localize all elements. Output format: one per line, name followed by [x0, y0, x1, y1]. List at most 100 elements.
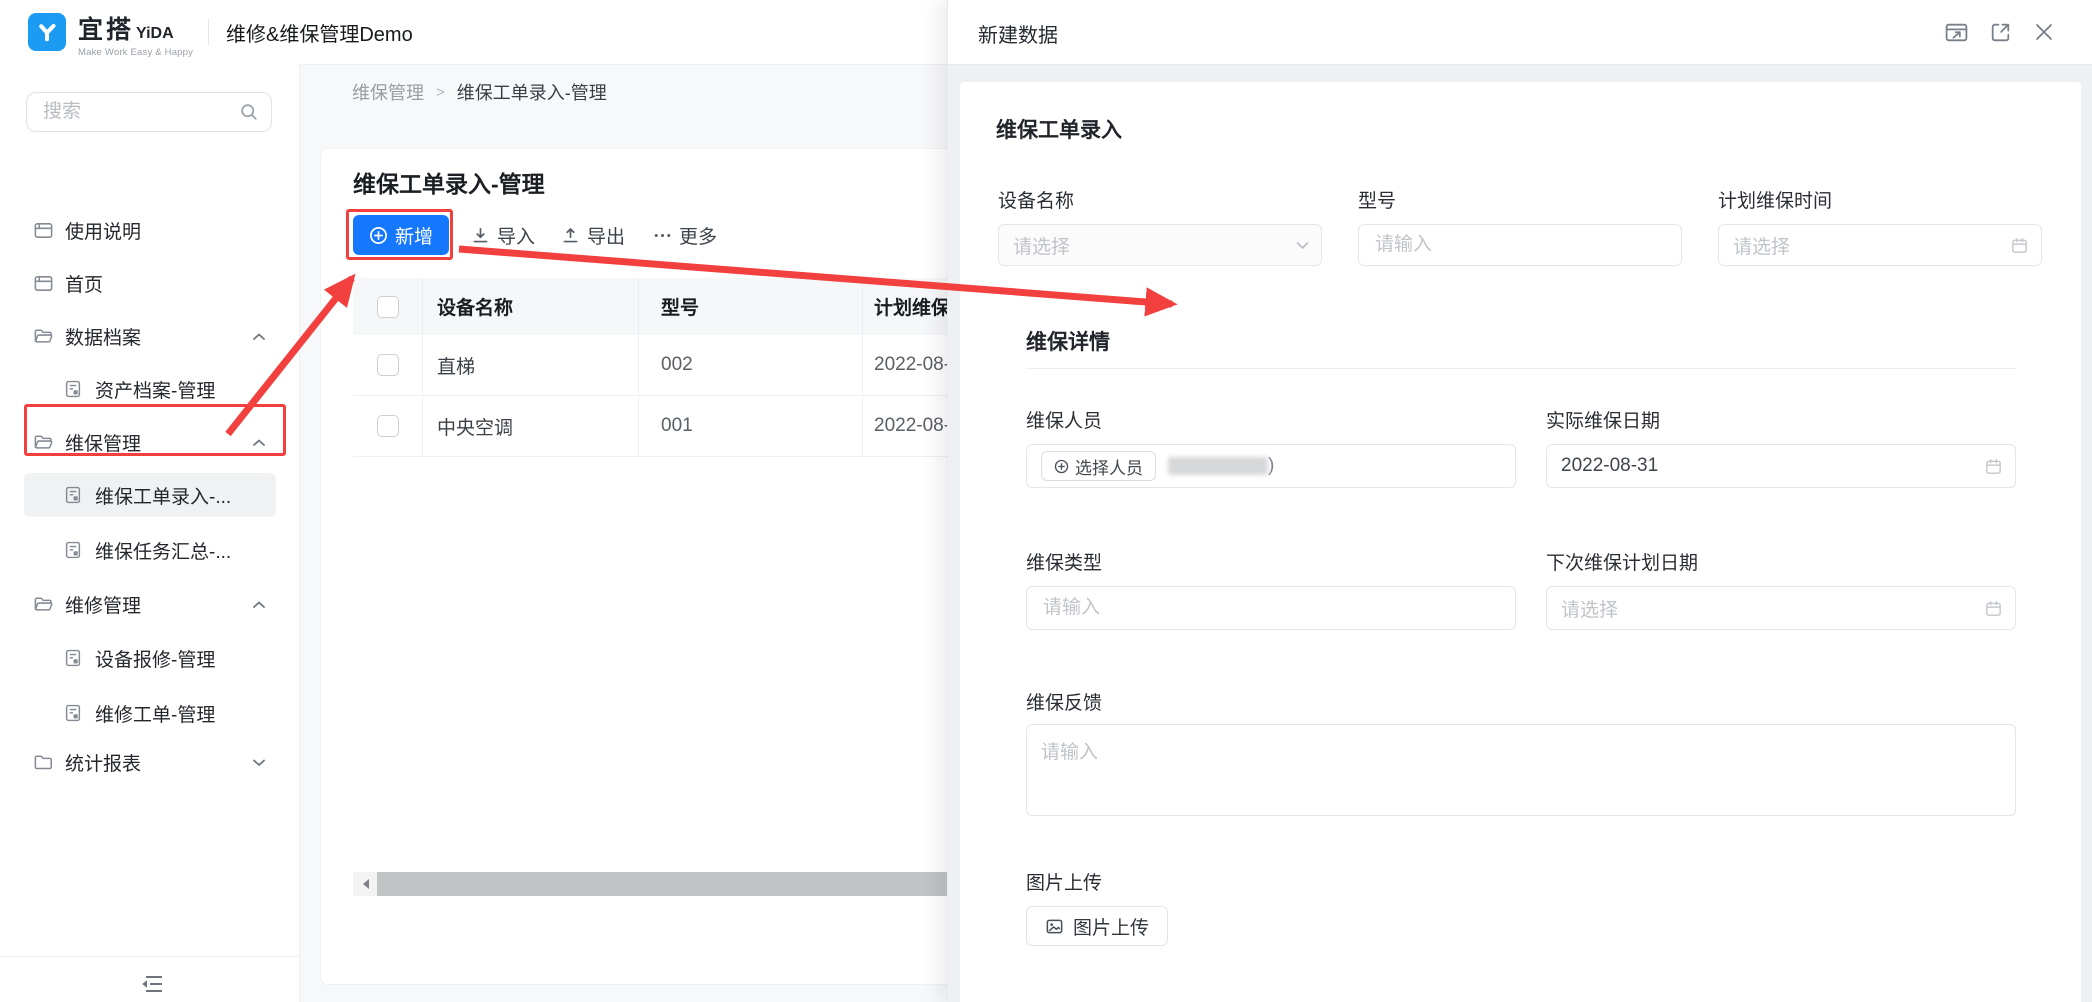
breadcrumb-parent[interactable]: 维保管理 [352, 79, 424, 105]
sidebar-item-repair-order[interactable]: 维修工单-管理 [24, 691, 276, 735]
toolbar: 新增 导入 导出 更多 [353, 215, 717, 255]
app-title: 维修&维保管理Demo [226, 18, 413, 47]
actual-date-label: 实际维保日期 [1546, 406, 1660, 433]
cell-device: 中央空调 [423, 396, 639, 456]
expand-icon[interactable] [1987, 19, 2013, 45]
maintenance-person-label: 维保人员 [1026, 406, 1102, 433]
sidebar-group-maintenance-mgmt[interactable]: 维保管理 [24, 420, 276, 464]
form-icon [62, 378, 84, 400]
masked-person-suffix: ) [1268, 455, 1274, 477]
column-header-device[interactable]: 设备名称 [423, 278, 639, 335]
masked-person-name [1168, 457, 1268, 475]
chevron-down-icon[interactable] [252, 758, 266, 767]
folder-open-icon [32, 325, 54, 347]
form-icon [62, 702, 84, 724]
select-person-button-label: 选择人员 [1075, 454, 1143, 479]
scroll-left-button[interactable] [353, 872, 377, 896]
next-plan-datepicker[interactable]: 请选择 [1546, 586, 2016, 630]
close-icon[interactable] [2031, 19, 2057, 45]
sidebar-search [26, 92, 272, 132]
feedback-label: 维保反馈 [1026, 688, 1102, 715]
feedback-field [1026, 724, 2016, 816]
form-icon [62, 484, 84, 506]
model-input[interactable] [1373, 233, 1669, 257]
export-button[interactable]: 导出 [561, 222, 625, 249]
folder-open-icon [32, 593, 54, 615]
collapse-sidebar-icon[interactable] [138, 972, 166, 996]
yida-app-window: 宜搭YiDA Make Work Easy & Happy 维修&维保管理Dem… [0, 0, 2092, 1002]
drawer-title: 新建数据 [978, 19, 1058, 48]
search-icon[interactable] [239, 102, 259, 122]
sidebar-group-statistics-reports[interactable]: 统计报表 [24, 740, 276, 784]
more-button-label: 更多 [679, 222, 717, 249]
sidebar-group-label: 数据档案 [65, 323, 252, 350]
maintenance-type-input[interactable] [1041, 596, 1503, 620]
column-header-model[interactable]: 型号 [639, 278, 863, 335]
plus-circle-icon [369, 226, 388, 245]
sidebar-group-data-archive[interactable]: 数据档案 [24, 314, 276, 358]
breadcrumb-current: 维保工单录入-管理 [457, 79, 607, 105]
breadcrumb: 维保管理 > 维保工单录入-管理 [352, 79, 607, 105]
actual-date-value: 2022-08-31 [1561, 455, 1984, 477]
popout-window-icon[interactable] [1943, 19, 1969, 45]
model-field [1358, 224, 1682, 266]
yida-logo[interactable] [28, 13, 66, 51]
planned-time-datepicker[interactable]: 请选择 [1718, 224, 2042, 266]
row-checkbox[interactable] [377, 415, 399, 437]
device-name-select[interactable]: 请选择 [998, 224, 1322, 266]
new-data-drawer: 新建数据 维保工单录入 设备名称 型号 计划维保时间 请选择 [947, 0, 2092, 1002]
add-button-label: 新增 [395, 222, 433, 249]
select-person-button[interactable]: 选择人员 [1041, 451, 1156, 481]
more-icon [653, 226, 672, 245]
add-button[interactable]: 新增 [353, 215, 449, 255]
logo-cn: 宜搭 [78, 16, 134, 44]
planned-time-label: 计划维保时间 [1718, 186, 1832, 213]
sidebar-item-home[interactable]: 首页 [24, 261, 276, 305]
sidebar-footer-divider [0, 956, 299, 957]
image-icon [1045, 917, 1064, 936]
export-button-label: 导出 [587, 222, 625, 249]
image-upload-button-label: 图片上传 [1073, 913, 1149, 940]
scroll-left-arrow-icon [361, 878, 370, 890]
row-checkbox[interactable] [377, 354, 399, 376]
next-plan-placeholder: 请选择 [1561, 595, 1984, 622]
sidebar-item-label: 维保工单录入-... [95, 482, 266, 509]
section-divider [1026, 368, 2016, 369]
logo-text: 宜搭YiDA Make Work Easy & Happy [78, 10, 193, 58]
more-button[interactable]: 更多 [653, 222, 717, 249]
yida-y-icon [34, 19, 60, 45]
plus-circle-icon [1054, 459, 1069, 474]
select-chevron-icon [1296, 241, 1309, 250]
sidebar-item-label: 设备报修-管理 [95, 645, 266, 672]
sidebar-item-maintenance-task-summary[interactable]: 维保任务汇总-... [24, 528, 276, 572]
chevron-up-icon[interactable] [252, 600, 266, 609]
sidebar-item-asset-archive[interactable]: 资产档案-管理 [24, 367, 276, 411]
maintenance-detail-section-title: 维保详情 [1026, 326, 1110, 356]
maintenance-type-field [1026, 586, 1516, 630]
chevron-up-icon[interactable] [252, 332, 266, 341]
import-button[interactable]: 导入 [471, 222, 535, 249]
model-label: 型号 [1358, 186, 1396, 213]
new-data-form: 维保工单录入 设备名称 型号 计划维保时间 请选择 请选择 维保详情 维保人员 … [960, 82, 2081, 1002]
form-title: 维保工单录入 [996, 114, 1122, 144]
sidebar-item-maintenance-order-entry[interactable]: 维保工单录入-... [24, 473, 276, 517]
search-input[interactable] [41, 100, 239, 124]
export-icon [561, 226, 580, 245]
sidebar-item-usage-notes[interactable]: 使用说明 [24, 208, 276, 252]
image-upload-button[interactable]: 图片上传 [1026, 906, 1168, 946]
sidebar-item-label: 首页 [65, 270, 266, 297]
select-all-checkbox[interactable] [377, 296, 399, 318]
import-icon [471, 226, 490, 245]
cell-model: 002 [639, 335, 863, 395]
next-plan-date-label: 下次维保计划日期 [1546, 548, 1698, 575]
feedback-textarea[interactable] [1026, 724, 2016, 816]
actual-date-datepicker[interactable]: 2022-08-31 [1546, 444, 2016, 488]
maintenance-person-field: 选择人员 ) [1026, 444, 1516, 488]
import-button-label: 导入 [497, 222, 535, 249]
sidebar-item-equipment-repair[interactable]: 设备报修-管理 [24, 636, 276, 680]
sidebar-group-label: 统计报表 [65, 749, 252, 776]
image-upload-label: 图片上传 [1026, 868, 1102, 895]
chevron-up-icon[interactable] [252, 438, 266, 447]
header-divider [208, 19, 209, 45]
sidebar-group-repair-mgmt[interactable]: 维修管理 [24, 582, 276, 626]
